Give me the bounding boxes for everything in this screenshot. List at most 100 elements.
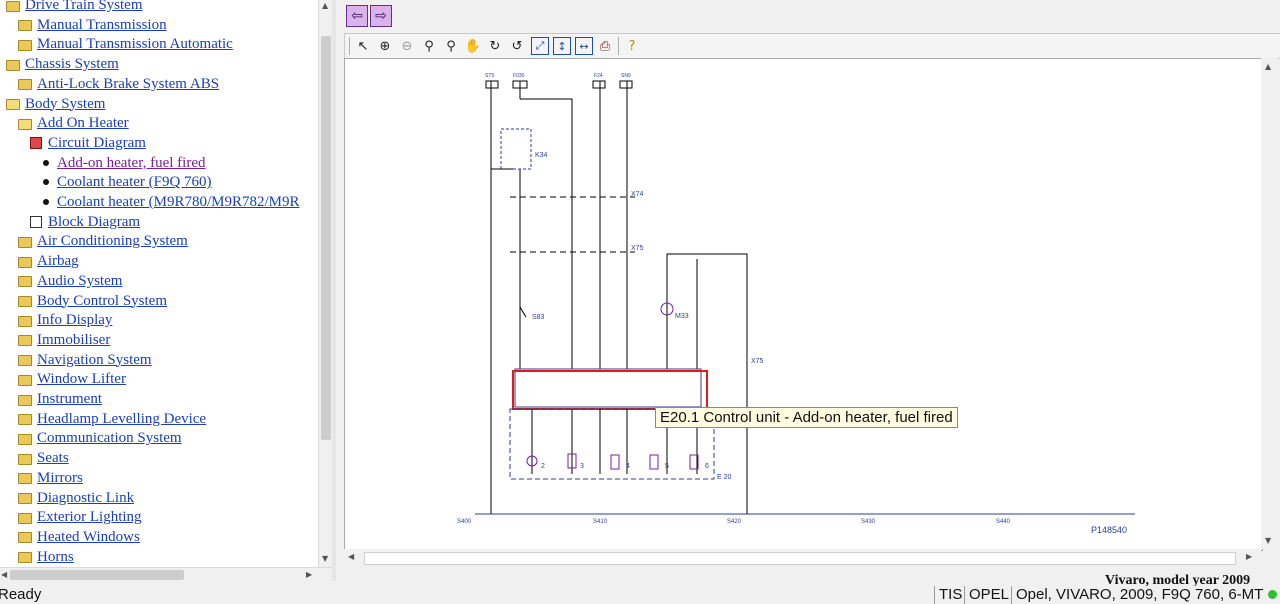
tree-item[interactable]: Horns	[18, 547, 74, 567]
diagram-vertical-scrollbar[interactable]: ▲ ▼	[1261, 58, 1278, 549]
circuit-diagram-svg: K34 S83 M33 X74 X75 X75 E 20 P148540 ST5…	[457, 73, 1135, 535]
tree-item-label[interactable]: Mirrors	[37, 468, 83, 488]
tree-item[interactable]: Communication System	[18, 428, 182, 448]
tree-scroll-thumb[interactable]	[321, 36, 331, 440]
zoom-in-icon[interactable]: ⊕	[375, 36, 395, 56]
tree-item[interactable]: Body Control System	[18, 291, 167, 311]
tree-item[interactable]: Immobiliser	[18, 330, 110, 350]
scroll-up-icon[interactable]: ▲	[1265, 62, 1271, 71]
tree-item-label[interactable]: Add On Heater	[37, 113, 129, 133]
tree-item-label[interactable]: Seats	[37, 448, 69, 468]
zoom-out-icon[interactable]: ⊖	[397, 36, 417, 56]
help-icon[interactable]: ?	[622, 36, 642, 56]
tree-item-label[interactable]: Drive Train System	[25, 0, 143, 15]
tree-item-label[interactable]: Immobiliser	[37, 330, 110, 350]
tree-item-label[interactable]: Diagnostic Link	[37, 488, 134, 508]
panel-splitter[interactable]	[332, 0, 336, 581]
folder-icon	[18, 394, 32, 406]
tree-item-label[interactable]: Circuit Diagram	[48, 133, 146, 153]
tree-item-label[interactable]: Air Conditioning System	[37, 231, 188, 251]
tree-vertical-scrollbar[interactable]: ▲ ▼	[318, 0, 333, 567]
tree-item-label[interactable]: Block Diagram	[48, 212, 140, 232]
tree-item-label[interactable]: Horns	[37, 547, 74, 567]
tree-item[interactable]: Exterior Lighting	[18, 507, 142, 527]
tree-item-label[interactable]: Heated Windows	[37, 527, 140, 547]
tree-item-label[interactable]: Exterior Lighting	[37, 507, 142, 527]
scroll-up-icon[interactable]: ▲	[322, 1, 328, 10]
tree-item-label[interactable]: Manual Transmission	[37, 15, 167, 35]
tree-item[interactable]: Navigation System	[18, 350, 152, 370]
fit-width-icon[interactable]: ↔	[575, 37, 593, 55]
folder-icon	[18, 20, 32, 32]
tree-item[interactable]: Mirrors	[18, 468, 83, 488]
tree-item-label[interactable]: Add-on heater, fuel fired	[57, 153, 206, 173]
tree-item[interactable]: Coolant heater (M9R780/M9R782/M9R	[40, 192, 300, 212]
diagram-horizontal-scrollbar[interactable]: ◀ ▶	[344, 549, 1261, 566]
tree-item[interactable]: Body System	[6, 94, 105, 114]
rotate-ccw-icon[interactable]: ↺	[507, 36, 527, 56]
tree-item[interactable]: Seats	[18, 448, 69, 468]
tree-item-label[interactable]: Info Display	[37, 310, 112, 330]
tree-item-label[interactable]: Audio System	[37, 271, 122, 291]
tree-item-label[interactable]: Airbag	[37, 251, 79, 271]
load-number-label: 2	[541, 463, 545, 470]
bus-label: S420	[727, 519, 742, 525]
tree-item[interactable]: Manual Transmission	[18, 15, 167, 35]
folder-icon	[18, 315, 32, 327]
zoom-area-icon[interactable]: ⚲	[441, 36, 461, 56]
tree-item-label[interactable]: Communication System	[37, 428, 182, 448]
tree-item[interactable]: Headlamp Levelling Device	[18, 409, 206, 429]
tree-item[interactable]: Heated Windows	[18, 527, 140, 547]
diagram-hscroll-thumb[interactable]	[364, 552, 1236, 565]
fit-page-icon[interactable]: ⤢	[531, 37, 549, 55]
tree-item-label[interactable]: Navigation System	[37, 350, 152, 370]
print-icon[interactable]: ⎙	[595, 36, 615, 56]
tree-item-label[interactable]: Instrument	[37, 389, 102, 409]
tree-item[interactable]: Window Lifter	[18, 369, 126, 389]
tree-item[interactable]: Airbag	[18, 251, 79, 271]
tree-item[interactable]: Chassis System	[6, 54, 119, 74]
tree-item-label[interactable]: Chassis System	[25, 54, 119, 74]
tree-item-label[interactable]: Coolant heater (F9Q 760)	[57, 172, 212, 192]
tree-item[interactable]: Audio System	[18, 271, 122, 291]
pan-hand-icon[interactable]: ✋	[463, 36, 483, 56]
tree-horizontal-scrollbar[interactable]: ◀ ▶	[0, 567, 332, 582]
load-number-label: 6	[705, 463, 709, 470]
tree-item-label[interactable]: Anti-Lock Brake System ABS	[37, 74, 219, 94]
tree-item[interactable]: Add-on heater, fuel fired	[40, 153, 206, 173]
scroll-left-icon[interactable]: ◀	[348, 552, 354, 561]
tree-item[interactable]: Drive Train System	[6, 0, 143, 15]
tree-item[interactable]: Anti-Lock Brake System ABS	[18, 74, 219, 94]
magnify-icon[interactable]: ⚲	[419, 36, 439, 56]
pointer-icon[interactable]: ↖	[353, 36, 373, 56]
tree-item[interactable]: Circuit Diagram	[30, 133, 146, 153]
tree-item-label[interactable]: Coolant heater (M9R780/M9R782/M9R	[57, 192, 300, 212]
tree-item[interactable]: Block Diagram	[30, 212, 140, 232]
folder-icon	[18, 414, 32, 426]
tree-item[interactable]: Coolant heater (F9Q 760)	[40, 172, 212, 192]
circuit-doc-icon	[30, 136, 42, 149]
fit-height-icon[interactable]: ↕	[553, 37, 571, 55]
tree-item[interactable]: Air Conditioning System	[18, 231, 188, 251]
tree-item[interactable]: Info Display	[18, 310, 112, 330]
scroll-right-icon[interactable]: ▶	[1246, 552, 1252, 561]
scroll-down-icon[interactable]: ▼	[1265, 536, 1271, 545]
tree-item[interactable]: Instrument	[18, 389, 102, 409]
tree-hscroll-thumb[interactable]	[10, 570, 184, 580]
tree-item-label[interactable]: Headlamp Levelling Device	[37, 409, 206, 429]
tree-item-label[interactable]: Manual Transmission Automatic	[37, 34, 233, 54]
scroll-down-icon[interactable]: ▼	[322, 554, 328, 563]
tree-item-label[interactable]: Window Lifter	[37, 369, 126, 389]
circuit-diagram-canvas[interactable]: K34 S83 M33 X74 X75 X75 E 20 P148540 ST5…	[344, 58, 1263, 551]
back-arrow-icon[interactable]: ⇦	[346, 5, 368, 27]
tree-item-label[interactable]: Body Control System	[37, 291, 167, 311]
tree-item-label[interactable]: Body System	[25, 94, 105, 114]
scroll-left-icon[interactable]: ◀	[1, 570, 7, 579]
tree-item[interactable]: Manual Transmission Automatic	[18, 34, 233, 54]
status-brand: OPEL	[964, 586, 1013, 604]
rotate-cw-icon[interactable]: ↻	[485, 36, 505, 56]
tree-item[interactable]: Add On Heater	[18, 113, 129, 133]
forward-arrow-icon[interactable]: ⇨	[370, 5, 392, 27]
scroll-right-icon[interactable]: ▶	[306, 570, 312, 579]
tree-item[interactable]: Diagnostic Link	[18, 488, 134, 508]
